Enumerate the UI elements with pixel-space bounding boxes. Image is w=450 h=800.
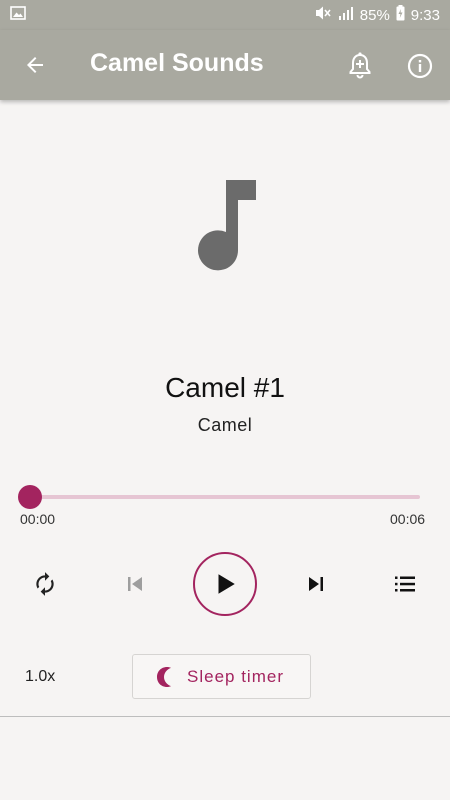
track-title: Camel #1 — [165, 372, 285, 403]
status-right: 85% 9:33 — [314, 5, 440, 25]
skip-next-icon — [309, 577, 323, 591]
bottom-area — [0, 717, 450, 800]
image-notification-icon — [10, 6, 26, 24]
skip-previous-icon — [128, 577, 142, 591]
battery-percent: 85% — [359, 6, 390, 24]
info-icon — [407, 53, 433, 79]
mute-icon — [314, 5, 332, 25]
queue-list-icon — [395, 576, 415, 592]
play-button[interactable] — [193, 552, 257, 616]
play-icon — [218, 574, 235, 594]
battery-charging-icon — [396, 5, 405, 25]
status-time: 9:33 — [410, 6, 440, 24]
seek-thumb[interactable] — [18, 485, 42, 509]
time-current: 00:00 — [20, 511, 56, 527]
time-total: 00:06 — [390, 511, 426, 527]
playback-speed[interactable]: 1.0x — [25, 668, 55, 686]
page-title: Camel Sounds — [90, 49, 264, 77]
sleep-timer-label: Sleep timer — [187, 666, 284, 686]
signal-icon — [338, 5, 354, 25]
repeat-button[interactable] — [30, 569, 60, 599]
app-bar: Camel Sounds — [0, 30, 450, 100]
status-left — [10, 6, 26, 24]
track-artist: Camel — [197, 415, 253, 435]
sleep-timer-button[interactable]: Sleep timer — [132, 654, 311, 699]
moon-icon — [157, 666, 171, 687]
queue-button[interactable] — [390, 569, 420, 599]
back-button[interactable] — [20, 51, 50, 79]
arrow-back-icon — [27, 57, 43, 73]
info-button[interactable] — [404, 50, 436, 82]
next-button[interactable] — [301, 569, 331, 599]
track-artwork — [190, 178, 260, 274]
add-alarm-button[interactable] — [344, 50, 376, 82]
repeat-icon — [36, 572, 54, 596]
status-bar: 85% 9:33 — [0, 0, 450, 30]
music-note-icon — [198, 180, 256, 271]
seek-bar[interactable] — [30, 495, 420, 499]
add-alarm-icon — [349, 52, 371, 79]
previous-button[interactable] — [120, 569, 150, 599]
